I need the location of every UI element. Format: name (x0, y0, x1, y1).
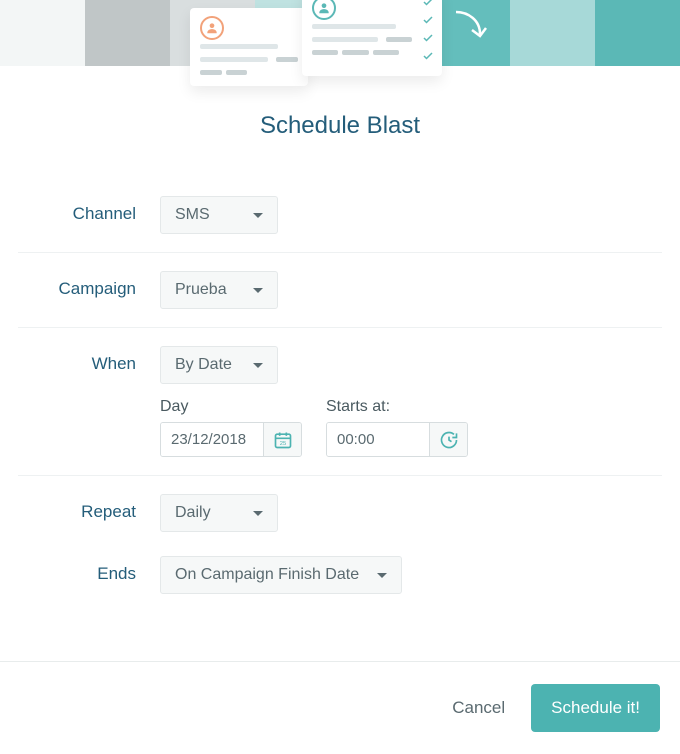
campaign-value: Prueba (175, 281, 227, 299)
starts-at-input[interactable] (327, 423, 429, 456)
submit-button[interactable]: Schedule it! (531, 684, 660, 732)
svg-text:25: 25 (279, 441, 285, 447)
label-day: Day (160, 398, 302, 416)
page-title: Schedule Blast (18, 112, 662, 140)
check-icon-list (422, 0, 434, 62)
day-input[interactable] (161, 423, 263, 456)
time-button[interactable] (429, 423, 467, 456)
person-icon (200, 16, 224, 40)
ends-value: On Campaign Finish Date (175, 566, 359, 584)
row-ends: Ends On Campaign Finish Date (18, 538, 662, 600)
label-campaign: Campaign (18, 271, 160, 299)
when-select[interactable]: By Date (160, 346, 278, 384)
field-day: Day 25 (160, 398, 302, 457)
field-starts-at: Starts at: (326, 398, 468, 457)
channel-select[interactable]: SMS (160, 196, 278, 234)
row-campaign: Campaign Prueba (18, 253, 662, 328)
chevron-down-icon (253, 213, 263, 218)
label-when: When (18, 346, 160, 374)
chevron-down-icon (253, 511, 263, 516)
chevron-down-icon (253, 288, 263, 293)
repeat-select[interactable]: Daily (160, 494, 278, 532)
row-repeat: Repeat Daily (18, 476, 662, 538)
when-value: By Date (175, 356, 232, 374)
row-when: When By Date Day (18, 328, 662, 476)
clock-refresh-icon (439, 430, 459, 450)
channel-value: SMS (175, 206, 210, 224)
label-channel: Channel (18, 196, 160, 224)
row-channel: Channel SMS (18, 178, 662, 253)
repeat-value: Daily (175, 504, 211, 522)
person-icon (312, 0, 336, 20)
modal-footer: Cancel Schedule it! (0, 661, 680, 754)
ends-select[interactable]: On Campaign Finish Date (160, 556, 402, 594)
label-ends: Ends (18, 556, 160, 584)
decorative-card-back (190, 8, 308, 86)
modal-body: Schedule Blast Channel SMS Campaign Prue… (0, 112, 680, 600)
arrow-curve-icon (450, 6, 490, 46)
cancel-button[interactable]: Cancel (446, 688, 511, 728)
chevron-down-icon (377, 573, 387, 578)
chevron-down-icon (253, 363, 263, 368)
calendar-icon: 25 (273, 430, 293, 450)
decorative-card-front (302, 0, 442, 76)
label-starts-at: Starts at: (326, 398, 468, 416)
header-banner (0, 0, 680, 66)
calendar-button[interactable]: 25 (263, 423, 301, 456)
campaign-select[interactable]: Prueba (160, 271, 278, 309)
label-repeat: Repeat (18, 494, 160, 522)
